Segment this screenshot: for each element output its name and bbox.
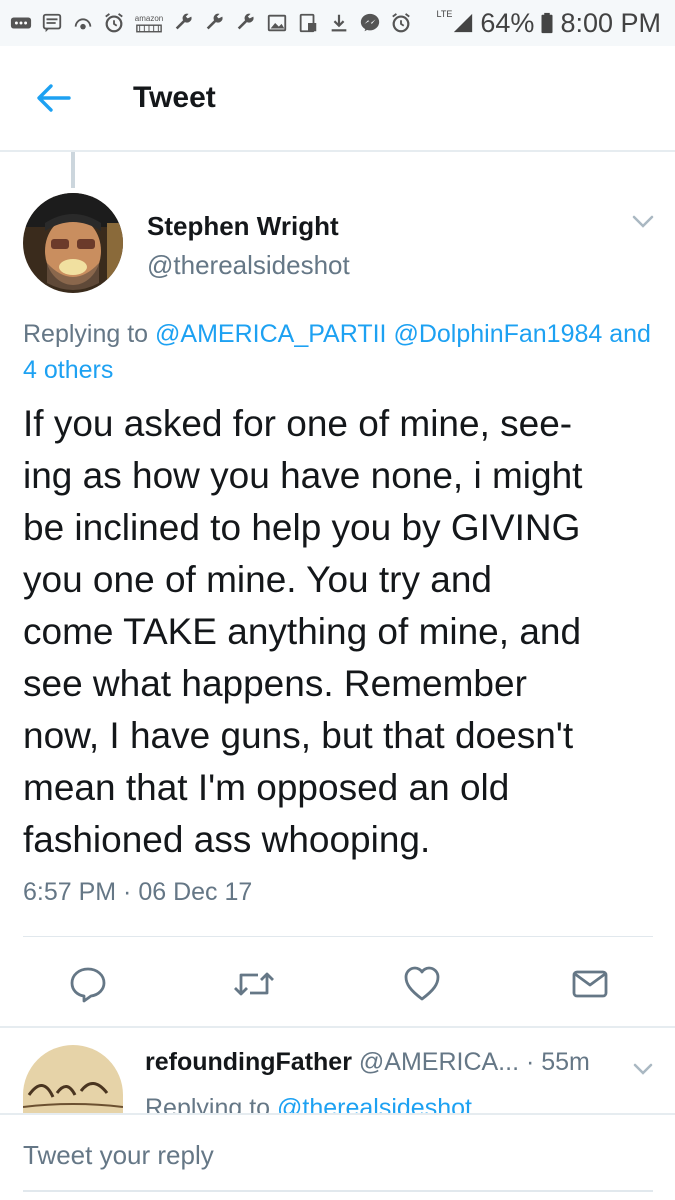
input-underline (23, 1190, 653, 1192)
tweet-text: If you asked for one of mine, see- ing a… (23, 403, 583, 860)
reply-button[interactable] (66, 962, 110, 1006)
reply-author-name[interactable]: refoundingFather (145, 1048, 352, 1076)
notification-icons: amazon (10, 12, 437, 34)
more-icon (10, 12, 32, 34)
retweet-button[interactable] (232, 962, 276, 1006)
tweet-options-button[interactable] (626, 210, 660, 234)
back-arrow-icon (37, 84, 71, 112)
tweet-actions (0, 962, 675, 1006)
network-type: LTE (436, 9, 453, 19)
divider (23, 936, 653, 937)
thread-connector (71, 152, 75, 188)
amazon-label: amazon (134, 13, 164, 23)
heart-icon (404, 966, 440, 1001)
page-title: Tweet (133, 81, 216, 114)
screenshot-icon (297, 12, 319, 34)
app-header: Tweet (0, 46, 675, 152)
tweet-timestamp: 6:57 PM · 06 Dec 17 (23, 878, 253, 906)
image-icon (266, 12, 288, 34)
reply-header: refoundingFather @AMERICA... · 55m (145, 1048, 590, 1077)
mention-link[interactable]: @therealsideshot (277, 1094, 472, 1113)
retweet-icon (234, 972, 274, 996)
share-button[interactable] (568, 962, 612, 1006)
battery-percent: 64% (480, 7, 535, 38)
alarm-icon (103, 12, 125, 34)
message-icon (41, 12, 63, 34)
author-handle[interactable]: @therealsideshot (147, 250, 350, 281)
author-avatar[interactable] (23, 193, 123, 293)
battery-icon (540, 12, 554, 34)
reply-input[interactable] (23, 1133, 653, 1177)
amazon-icon: amazon (134, 12, 164, 34)
signal-icon (452, 12, 474, 34)
wrench-icon (235, 12, 257, 34)
reply-options-button[interactable] (628, 1060, 658, 1080)
chevron-down-icon (633, 1063, 653, 1075)
reply-icon (70, 967, 106, 1003)
messenger-icon (359, 12, 381, 34)
system-status: LTE 64% 8:00 PM (437, 8, 661, 39)
hotspot-icon (72, 12, 94, 34)
reply-author-avatar[interactable] (23, 1045, 123, 1113)
replying-prefix: Replying to (23, 320, 149, 348)
divider (0, 1026, 675, 1028)
reply-age: · 55m (525, 1048, 590, 1076)
status-bar: amazon LTE 64% 8:00 PM (0, 0, 675, 46)
like-button[interactable] (400, 962, 444, 1006)
alarm-icon (390, 12, 412, 34)
replying-to: Replying to @AMERICA_PARTII @DolphinFan1… (23, 316, 653, 388)
reply-author-handle[interactable]: @AMERICA... (359, 1048, 519, 1076)
wrench-icon (204, 12, 226, 34)
reply-replying-to: Replying to @therealsideshot (145, 1093, 645, 1113)
mention-link[interactable]: @AMERICA_PARTII (155, 320, 386, 348)
download-icon (328, 12, 350, 34)
author-name[interactable]: Stephen Wright (147, 211, 339, 242)
reply-replying-prefix: Replying to (145, 1094, 271, 1113)
mention-link[interactable]: @DolphinFan1984 (393, 320, 602, 348)
clock: 8:00 PM (560, 7, 661, 38)
envelope-icon (572, 970, 608, 998)
compose-bar (0, 1113, 675, 1200)
back-button[interactable] (23, 68, 83, 128)
chevron-down-icon (632, 215, 654, 228)
wrench-icon (173, 12, 195, 34)
